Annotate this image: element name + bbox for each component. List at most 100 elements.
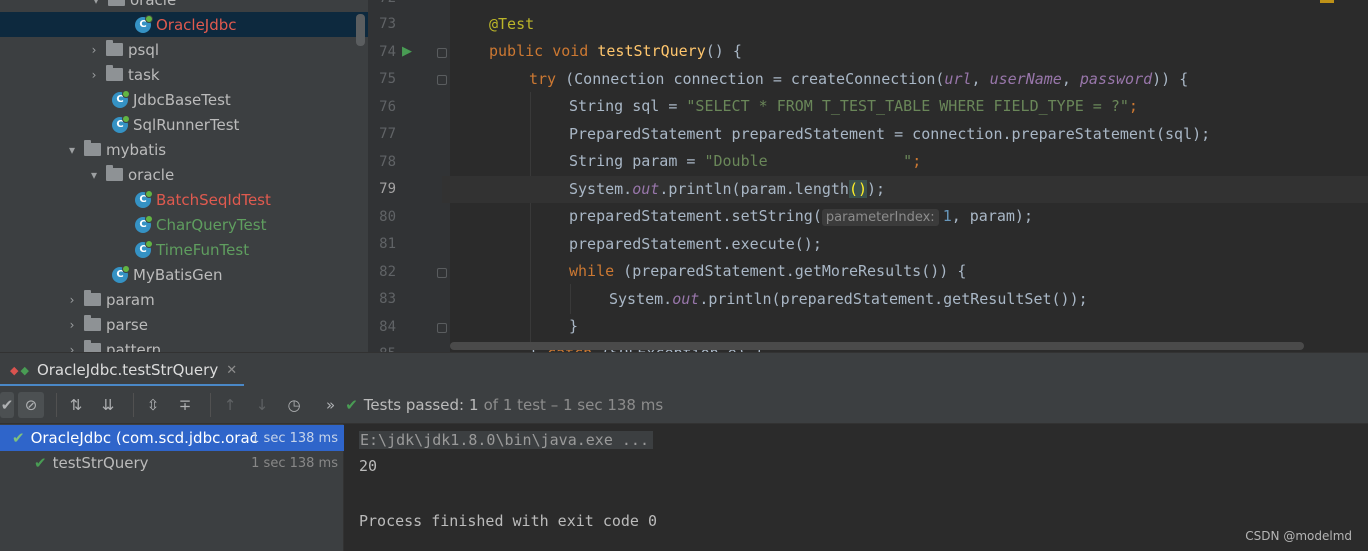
test-suite-row[interactable]: ✔ OracleJdbc (com.scd.jdbc.orac 1 sec 13… (0, 425, 344, 451)
test-history-icon[interactable]: ◷ (281, 392, 307, 418)
tree-item-label: CharQueryTest (156, 215, 267, 234)
tree-item-pattern[interactable]: › pattern (0, 337, 368, 352)
command-text[interactable]: E:\jdk\jdk1.8.0\bin\java.exe ... (359, 431, 653, 449)
tree-item-psql[interactable]: › psql (0, 37, 368, 62)
fold-marker-icon[interactable] (437, 75, 447, 85)
tree-item-oracle-folder[interactable]: ▾ oracle (0, 0, 368, 12)
tree-item-sqlrunnertest[interactable]: C SqlRunnerTest (0, 112, 368, 137)
code-token: System. (569, 180, 633, 198)
code-token: (Connection connection = createConnectio… (556, 70, 945, 88)
test-results-tree: ✔ OracleJdbc (com.scd.jdbc.orac 1 sec 13… (0, 424, 344, 551)
code-token: .println(preparedStatement.getResultSet(… (699, 290, 1088, 308)
code-line-81: preparedStatement.execute(); (569, 231, 822, 258)
code-token: preparedStatement.setString( (569, 207, 822, 225)
code-token: ; (912, 152, 922, 170)
folder-icon (106, 165, 123, 181)
method-name-token: testStrQuery (597, 42, 706, 60)
chevron-right-icon[interactable]: › (64, 292, 80, 308)
matched-brace-highlight: () (848, 180, 868, 198)
code-line-73: @Test (489, 11, 534, 38)
code-token: (preparedStatement.getMoreResults()) { (614, 262, 967, 280)
console-output[interactable]: E:\jdk\jdk1.8.0\bin\java.exe ... 20 Proc… (344, 424, 1368, 551)
editor-horizontal-scrollbar[interactable] (450, 342, 1304, 350)
folder-icon (106, 40, 123, 56)
tree-item-batchseqidtest[interactable]: C BatchSeqIdTest (0, 187, 368, 212)
sort-alphabetically-icon[interactable]: ⇅ (63, 392, 89, 418)
tree-item-parse[interactable]: › parse (0, 312, 368, 337)
line-number: 74 (379, 44, 396, 60)
parameter-hint: parameterIndex: (821, 209, 939, 226)
tree-item-task[interactable]: › task (0, 62, 368, 87)
expand-all-icon[interactable]: ⇳ (140, 392, 166, 418)
collapse-all-icon[interactable]: ∓ (172, 392, 198, 418)
line-number: 77 (379, 126, 396, 142)
code-token: , (971, 70, 990, 88)
tree-item-oracle-folder[interactable]: ▾ oracle (0, 162, 368, 187)
folder-icon (84, 140, 101, 156)
more-icon[interactable]: » (326, 396, 335, 414)
chevron-down-icon[interactable]: ▾ (86, 167, 102, 183)
warning-marker[interactable] (1320, 0, 1334, 3)
test-class-icon: C (135, 214, 153, 233)
keyword-token: try (529, 70, 557, 88)
project-tree: ▾ oracle C OracleJdbc › psql › task C Jd… (0, 0, 368, 352)
line-number: 83 (379, 291, 396, 307)
tree-item-label: BatchSeqIdTest (156, 190, 271, 209)
status-suffix: of 1 test – 1 sec 138 ms (483, 396, 664, 414)
chevron-right-icon[interactable]: › (86, 42, 102, 58)
line-number: 72 (368, 0, 396, 6)
chevron-right-icon[interactable]: › (86, 67, 102, 83)
tree-scrollbar[interactable] (356, 14, 365, 46)
fold-marker-icon[interactable] (437, 48, 447, 58)
console-command-line[interactable]: E:\jdk\jdk1.8.0\bin\java.exe ... (359, 428, 653, 452)
tree-item-jdbcbasetest[interactable]: C JdbcBaseTest (0, 87, 368, 112)
line-number: 84 (379, 319, 396, 335)
chevron-right-icon[interactable]: › (64, 342, 80, 353)
test-case-row[interactable]: ✔ testStrQuery 1 sec 138 ms (0, 450, 344, 476)
run-test-gutter-icon[interactable]: ▶ (402, 44, 412, 59)
test-status: » ✔ Tests passed: 1 of 1 test – 1 sec 13… (326, 386, 663, 424)
tree-item-label: param (106, 290, 155, 309)
code-token: String param = (569, 152, 705, 170)
sort-by-duration-icon[interactable]: ⇊ (95, 392, 121, 418)
passed-check-icon: ✔ (345, 396, 358, 414)
toolbar-separator (210, 392, 211, 417)
watermark: CSDN @modelmd (1245, 529, 1352, 543)
show-ignored-icon[interactable]: ⊘ (18, 391, 44, 418)
tree-item-label: SqlRunnerTest (133, 115, 240, 134)
toolbar-separator (133, 392, 134, 417)
run-tab[interactable]: ◆ ◆ OracleJdbc.testStrQuery ✕ (0, 353, 244, 387)
tree-item-label: oracle (128, 165, 175, 184)
line-number-current: 79 (379, 181, 396, 197)
tree-item-charquerytest[interactable]: C CharQueryTest (0, 212, 368, 237)
tree-item-mybatis[interactable]: ▾ mybatis (0, 137, 368, 162)
tree-item-oraclejdbc[interactable]: C OracleJdbc (0, 12, 368, 37)
folder-icon (84, 315, 101, 331)
code-line-79-current: System.out.println(param.length()); (442, 176, 1368, 203)
test-class-icon: C (112, 114, 130, 133)
tree-item-label: OracleJdbc (156, 15, 237, 34)
previous-failed-icon[interactable]: ↑ (217, 392, 243, 418)
code-token: } (569, 317, 579, 335)
fold-marker-icon[interactable] (437, 268, 447, 278)
code-line-84: } (569, 313, 578, 340)
tree-item-mybatisgen[interactable]: C MyBatisGen (0, 262, 368, 287)
tree-item-param[interactable]: › param (0, 287, 368, 312)
test-class-icon: C (135, 239, 153, 258)
next-failed-icon[interactable]: ↓ (249, 392, 275, 418)
show-passed-icon[interactable]: ✔ (0, 391, 14, 418)
code-token: System. (609, 290, 673, 308)
code-line-75: try (Connection connection = createConne… (529, 66, 1188, 93)
code-editor[interactable]: 72 73 74 75 76 77 78 79 80 81 82 83 84 8… (368, 0, 1368, 352)
tree-item-label: psql (128, 40, 160, 59)
fold-marker-icon[interactable] (437, 323, 447, 333)
line-number: 75 (379, 71, 396, 87)
code-line-76: String sql = "SELECT * FROM T_TEST_TABLE… (569, 93, 1138, 120)
chevron-down-icon[interactable]: ▾ (64, 142, 80, 158)
tree-item-timefuntest[interactable]: C TimeFunTest (0, 237, 368, 262)
chevron-down-icon[interactable]: ▾ (88, 0, 104, 8)
close-icon[interactable]: ✕ (226, 363, 237, 378)
chevron-right-icon[interactable]: › (64, 317, 80, 333)
field-token: userName (989, 70, 1062, 88)
status-count: 1 (469, 396, 479, 414)
